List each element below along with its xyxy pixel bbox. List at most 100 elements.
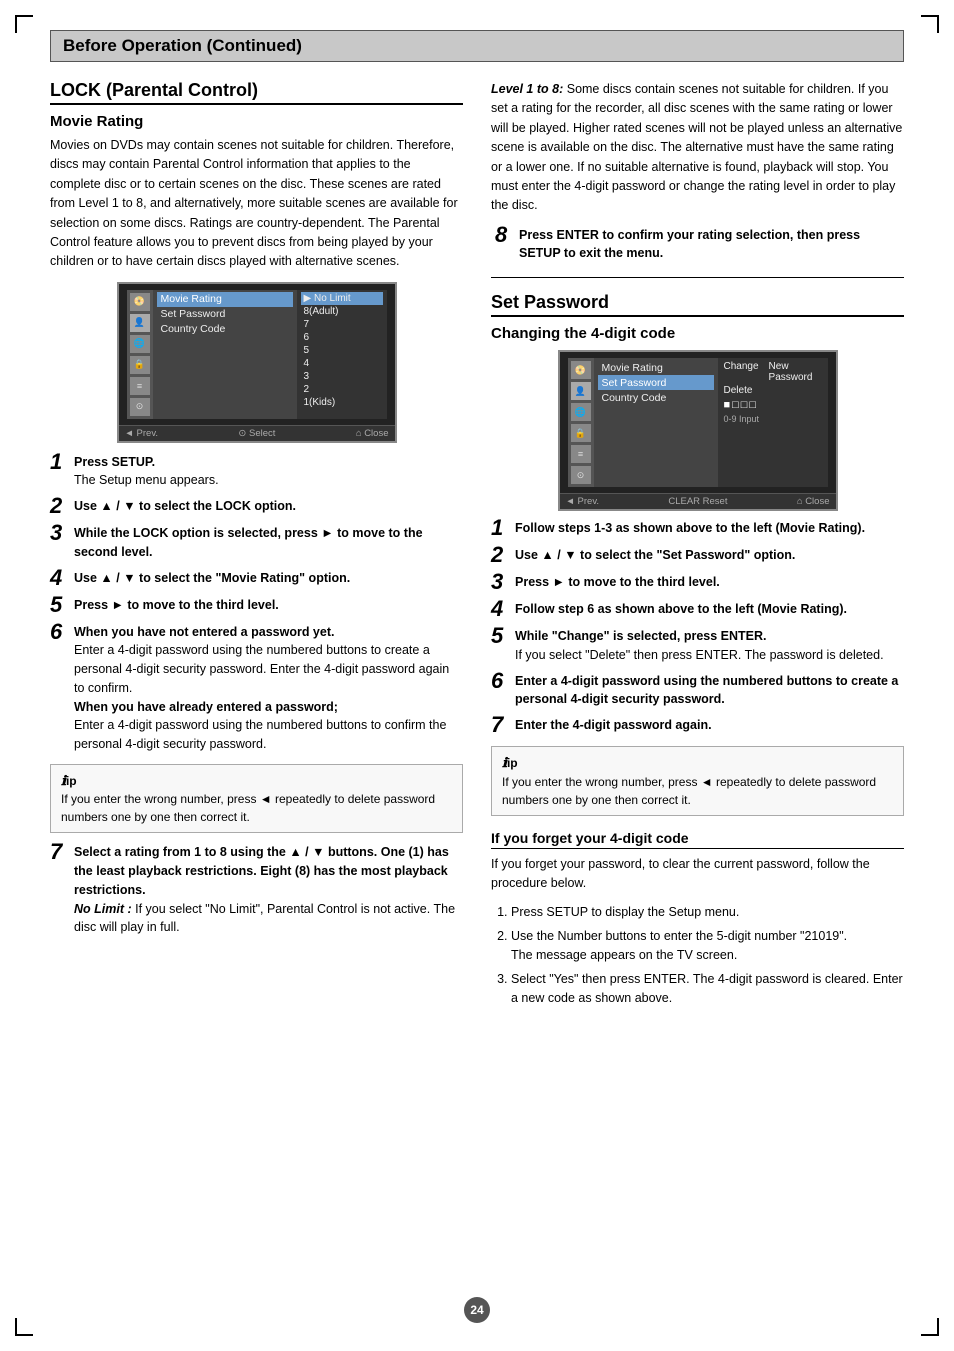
level-intro: Level 1 to 8: Some discs contain scenes … xyxy=(491,80,904,216)
menu-option-country-code: Country Code xyxy=(157,322,293,337)
step-4-bold: Use ▲ / ▼ to select the "Movie Rating" o… xyxy=(74,571,350,585)
password-menu-graphic: 📀 👤 🌐 🔒 ≡ ⊙ Movie Rating Set Password xyxy=(558,350,838,511)
forget-title: If you forget your 4-digit code xyxy=(491,830,904,849)
step-3: 3 While the LOCK option is selected, pre… xyxy=(50,524,463,562)
changing-code-subtitle: Changing the 4-digit code xyxy=(491,325,904,342)
right-column: Level 1 to 8: Some discs contain scenes … xyxy=(491,80,904,1012)
step-7-num: 7 xyxy=(50,841,70,863)
step-6-bold-before: When you have not entered a password yet… xyxy=(74,625,334,639)
pwd-icons-col: 📀 👤 🌐 🔒 ≡ ⊙ xyxy=(568,358,594,487)
step-6-num: 6 xyxy=(50,621,70,643)
pwd-step-6-num: 6 xyxy=(491,670,511,692)
step-1-content: Press SETUP. The Setup menu appears. xyxy=(74,453,463,491)
step-8-content: Press ENTER to confirm your rating selec… xyxy=(519,226,904,264)
pwd-step-1-num: 1 xyxy=(491,517,511,539)
pwd-delete: Delete xyxy=(724,385,753,396)
pwd-step-7-bold: Enter the 4-digit password again. xyxy=(515,718,712,732)
step-5-num: 5 xyxy=(50,594,70,616)
sub-2: 2 xyxy=(301,383,383,396)
sub-7: 7 xyxy=(301,318,383,331)
step-6-content: When you have not entered a password yet… xyxy=(74,623,463,754)
pwd-step-4-content: Follow step 6 as shown above to the left… xyxy=(515,600,904,619)
tip-label-right: ip xyxy=(507,756,518,770)
pwd-circle-icon: ⊙ xyxy=(571,466,591,484)
section-divider xyxy=(491,277,904,278)
bars-icon: ≡ xyxy=(130,377,150,395)
tip-text-right: If you enter the wrong number, press ◄ r… xyxy=(502,775,876,807)
person-icon: 👤 xyxy=(130,314,150,332)
pwd-step-1-bold: Follow steps 1-3 as shown above to the l… xyxy=(515,521,865,535)
step-7-bold: Select a rating from 1 to 8 using the ▲ … xyxy=(74,845,449,897)
step-6: 6 When you have not entered a password y… xyxy=(50,623,463,754)
pwd-step-3: 3 Press ► to move to the third level. xyxy=(491,573,904,593)
pwd-step-5-num: 5 xyxy=(491,625,511,647)
step-3-num: 3 xyxy=(50,522,70,544)
step-2: 2 Use ▲ / ▼ to select the LOCK option. xyxy=(50,497,463,517)
forget-step-2-sub: The message appears on the TV screen. xyxy=(511,948,737,962)
step-3-content: While the LOCK option is selected, press… xyxy=(74,524,463,562)
step-7-italic-label: No Limit : xyxy=(74,902,132,916)
step-1-num: 1 xyxy=(50,451,70,473)
step-1: 1 Press SETUP. The Setup menu appears. xyxy=(50,453,463,491)
step-1-text: The Setup menu appears. xyxy=(74,473,219,487)
pwd-set-password: Set Password xyxy=(598,375,714,390)
pwd-disc-icon: 📀 xyxy=(571,361,591,379)
page-number: 24 xyxy=(464,1297,490,1323)
step-4-num: 4 xyxy=(50,567,70,589)
pwd-input-label: 0-9 Input xyxy=(722,413,824,425)
pwd-new-password-label: NewPassword xyxy=(769,361,813,383)
menu-main-col: Movie Rating Set Password Country Code xyxy=(153,290,297,419)
pwd-movie-rating: Movie Rating xyxy=(598,360,714,375)
step-2-bold: Use ▲ / ▼ to select the LOCK option. xyxy=(74,499,296,513)
level-intro-bold: Level 1 to 8: xyxy=(491,82,563,96)
pwd-step-5-bold: While "Change" is selected, press ENTER. xyxy=(515,629,767,643)
step-7: 7 Select a rating from 1 to 8 using the … xyxy=(50,843,463,937)
step-5: 5 Press ► to move to the third level. xyxy=(50,596,463,616)
pwd-step-6-bold: Enter a 4-digit password using the numbe… xyxy=(515,674,898,707)
page-title: Before Operation (Continued) xyxy=(63,36,891,56)
sub-no-limit: ▶ No Limit xyxy=(301,292,383,305)
pwd-step-3-content: Press ► to move to the third level. xyxy=(515,573,904,592)
step-8: 8 Press ENTER to confirm your rating sel… xyxy=(491,226,904,264)
page-header: Before Operation (Continued) xyxy=(50,30,904,62)
pwd-step-7-content: Enter the 4-digit password again. xyxy=(515,716,904,735)
pwd-bottom-close: ⌂ Close xyxy=(797,496,830,507)
sub-5: 5 xyxy=(301,344,383,357)
pwd-step-7: 7 Enter the 4-digit password again. xyxy=(491,716,904,736)
pwd-step-2-bold: Use ▲ / ▼ to select the "Set Password" o… xyxy=(515,548,795,562)
sub-1kids: 1(Kids) xyxy=(301,396,383,409)
forget-section: If you forget your 4-digit code If you f… xyxy=(491,830,904,1009)
pwd-person-icon: 👤 xyxy=(571,382,591,400)
forget-step-3: Select "Yes" then press ENTER. The 4-dig… xyxy=(511,970,904,1009)
menu-bottom-bar: ◄ Prev. ⊙ Select ⌂ Close xyxy=(119,425,395,441)
pwd-step-6-content: Enter a 4-digit password using the numbe… xyxy=(515,672,904,710)
menu-option-movie-rating: Movie Rating xyxy=(157,292,293,307)
left-column: LOCK (Parental Control) Movie Rating Mov… xyxy=(50,80,463,944)
level-intro-text: Some discs contain scenes not suitable f… xyxy=(491,82,902,212)
pwd-step-5-content: While "Change" is selected, press ENTER.… xyxy=(515,627,904,665)
set-password-title: Set Password xyxy=(491,292,904,317)
pwd-step-6: 6 Enter a 4-digit password using the num… xyxy=(491,672,904,710)
step-8-num: 8 xyxy=(495,224,515,246)
menu-option-set-password: Set Password xyxy=(157,307,293,322)
movie-rating-menu-graphic: 📀 👤 🌐 🔒 ≡ ⊙ Movie Rating Set Password Co… xyxy=(117,282,397,443)
forget-step-2-text: Use the Number buttons to enter the 5-di… xyxy=(511,929,847,943)
pwd-step-4-num: 4 xyxy=(491,598,511,620)
step-2-content: Use ▲ / ▼ to select the LOCK option. xyxy=(74,497,463,516)
sub-4: 4 xyxy=(301,357,383,370)
pwd-bottom-prev: ◄ Prev. xyxy=(566,496,600,507)
sub-3: 3 xyxy=(301,370,383,383)
tip-box-right: ℹip If you enter the wrong number, press… xyxy=(491,746,904,816)
pwd-sub-col: Change NewPassword Delete ■□□□ 0-9 Input xyxy=(718,358,828,487)
sub-8adult: 8(Adult) xyxy=(301,305,383,318)
pwd-bottom-bar: ◄ Prev. CLEAR Reset ⌂ Close xyxy=(560,493,836,509)
step-4-content: Use ▲ / ▼ to select the "Movie Rating" o… xyxy=(74,569,463,588)
pwd-step-5-text: If you select "Delete" then press ENTER.… xyxy=(515,648,884,662)
pwd-step-1: 1 Follow steps 1-3 as shown above to the… xyxy=(491,519,904,539)
pwd-step-7-num: 7 xyxy=(491,714,511,736)
forget-step-3-text: Select "Yes" then press ENTER. The 4-dig… xyxy=(511,972,903,1005)
disc-icon: 📀 xyxy=(130,293,150,311)
step-2-num: 2 xyxy=(50,495,70,517)
tip-box-left: ℹip If you enter the wrong number, press… xyxy=(50,764,463,834)
menu-icons-col: 📀 👤 🌐 🔒 ≡ ⊙ xyxy=(127,290,153,419)
